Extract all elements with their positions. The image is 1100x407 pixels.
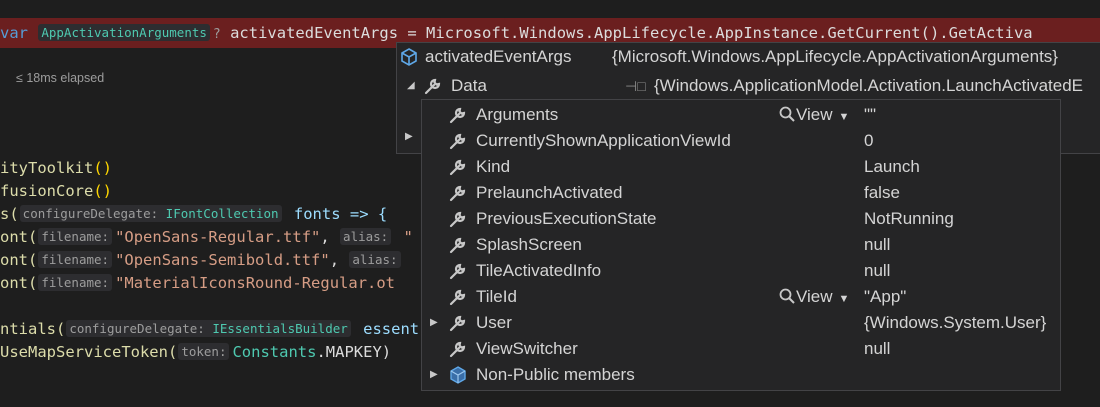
code-line-8: UseMapServiceToken(token: Constants.MAPKE… [0,343,392,361]
code-line-5: ont(filename: "OpenSans-Semibold.ttf", al… [0,249,404,272]
code-keyword: var [0,24,28,42]
collapse-arrow-icon[interactable]: ◢ [407,73,415,99]
code-line-4: ont(filename: "OpenSans-Regular.ttf", ali… [0,228,413,246]
datatip-child-row[interactable]: ▶ Non-Public members [422,362,1060,388]
datatip-child-row[interactable]: PrelaunchActivated false [422,180,1060,206]
datatip-variable-name: activatedEventArgs [425,47,572,66]
datatip-child-row[interactable]: TileActivatedInfo null [422,258,1060,284]
wrench-icon [449,341,466,358]
member-value[interactable]: null [864,258,890,284]
view-visualizer-button[interactable]: View ▼ [778,102,849,130]
member-name: Arguments [476,105,559,124]
wrench-icon [424,78,441,95]
datatip-child-row[interactable]: SplashScreen null [422,232,1060,258]
view-label: View [796,287,833,306]
datatip-member-value[interactable]: {Windows.ApplicationModel.Activation.Lau… [654,73,1083,99]
datatip-child-row[interactable]: Arguments View ▼ "" [422,102,1060,128]
code-line-7: ntials(configureDelegate: IEssentialsBui… [0,320,420,338]
member-name: SplashScreen [476,235,582,254]
wrench-icon [449,133,466,150]
wrench-icon [449,315,466,332]
expand-arrow-icon[interactable]: ▶ [430,362,438,388]
datatip-row-activated-event-args[interactable]: activatedEventArgs {Microsoft.Windows.Ap… [397,44,1100,70]
member-name: Kind [476,157,511,176]
datatip-child-row[interactable]: Kind Launch [422,154,1060,180]
chevron-down-icon: ▼ [838,293,850,305]
magnifier-icon [779,106,795,122]
member-name: ViewSwitcher [476,339,578,358]
member-value[interactable]: NotRunning [864,206,954,232]
code-line-6: ont(filename: "MaterialIconsRound-Regular… [0,274,396,292]
member-name: TileId [476,287,517,306]
member-value[interactable]: false [864,180,900,206]
inline-param-hint: configureDelegate: IEssentialsBuilder [66,320,351,337]
member-name: PreviousExecutionState [476,209,657,228]
wrench-icon [449,211,466,228]
cube-icon [401,48,417,66]
datatip-child-row[interactable]: TileId View ▼ "App" [422,284,1060,310]
datatip-child-list: Arguments View ▼ "" CurrentlyShownApplicatio… [421,99,1061,391]
wrench-icon [449,107,466,124]
wrench-icon [449,237,466,254]
member-value[interactable]: {Windows.System.User} [864,310,1046,336]
chevron-down-icon: ▼ [838,111,850,123]
magnifier-icon [779,288,795,304]
member-name: TileActivatedInfo [476,261,602,280]
inline-param-hint: token: [178,343,230,360]
expand-arrow-icon[interactable]: ▶ [430,310,438,336]
member-value[interactable]: "App" [864,284,906,310]
member-value[interactable]: null [864,336,890,362]
wrench-icon [449,159,466,176]
wrench-icon [449,263,466,280]
member-name: PrelaunchActivated [476,183,623,202]
inline-param-hint: alias: [349,251,401,268]
member-value[interactable]: null [864,232,890,258]
code-line-3: s(configureDelegate: IFontCollection fon… [0,205,388,223]
inline-param-hint: filename: [38,274,113,291]
elapsed-time-label: ≤ 18ms elapsed [16,71,105,85]
member-value[interactable]: Launch [864,154,920,180]
code-line-1: ityToolkit() [0,159,112,177]
datatip-member-name: Data [451,76,487,95]
wrench-icon [449,289,466,306]
member-name: User [476,313,512,332]
datatip-variable-value[interactable]: {Microsoft.Windows.AppLifecycle.AppActiv… [612,44,1058,70]
member-value[interactable]: 0 [864,128,873,154]
inline-type-hint: AppActivationArguments [38,24,210,41]
datatip-child-row[interactable]: CurrentlyShownApplicationViewId 0 [422,128,1060,154]
datatip-child-row[interactable]: PreviousExecutionState NotRunning [422,206,1060,232]
expand-arrow-icon[interactable]: ▶ [405,131,413,142]
inline-param-hint: filename: [38,251,113,268]
cube-icon [450,366,466,384]
view-label: View [796,105,833,124]
code-text: activatedEventArgs = Microsoft.Windows.A… [220,24,1033,42]
view-visualizer-button[interactable]: View ▼ [778,284,849,312]
inline-param-hint: filename: [38,228,113,245]
wrench-icon [449,185,466,202]
datatip-row-data[interactable]: ◢ Data ⊣□ {Windows.ApplicationModel.Acti… [397,73,1100,99]
pin-icon[interactable]: ⊣□ [625,73,646,99]
datatip-child-row[interactable]: ▶ User {Windows.System.User} [422,310,1060,336]
member-name: Non-Public members [476,365,635,384]
member-value[interactable]: "" [864,102,876,128]
member-name: CurrentlyShownApplicationViewId [476,131,731,150]
code-line-2: fusionCore() [0,182,112,200]
inline-param-hint: alias: [340,228,392,245]
inline-param-hint: configureDelegate: IFontCollection [19,205,282,222]
datatip-child-row[interactable]: ViewSwitcher null [422,336,1060,362]
